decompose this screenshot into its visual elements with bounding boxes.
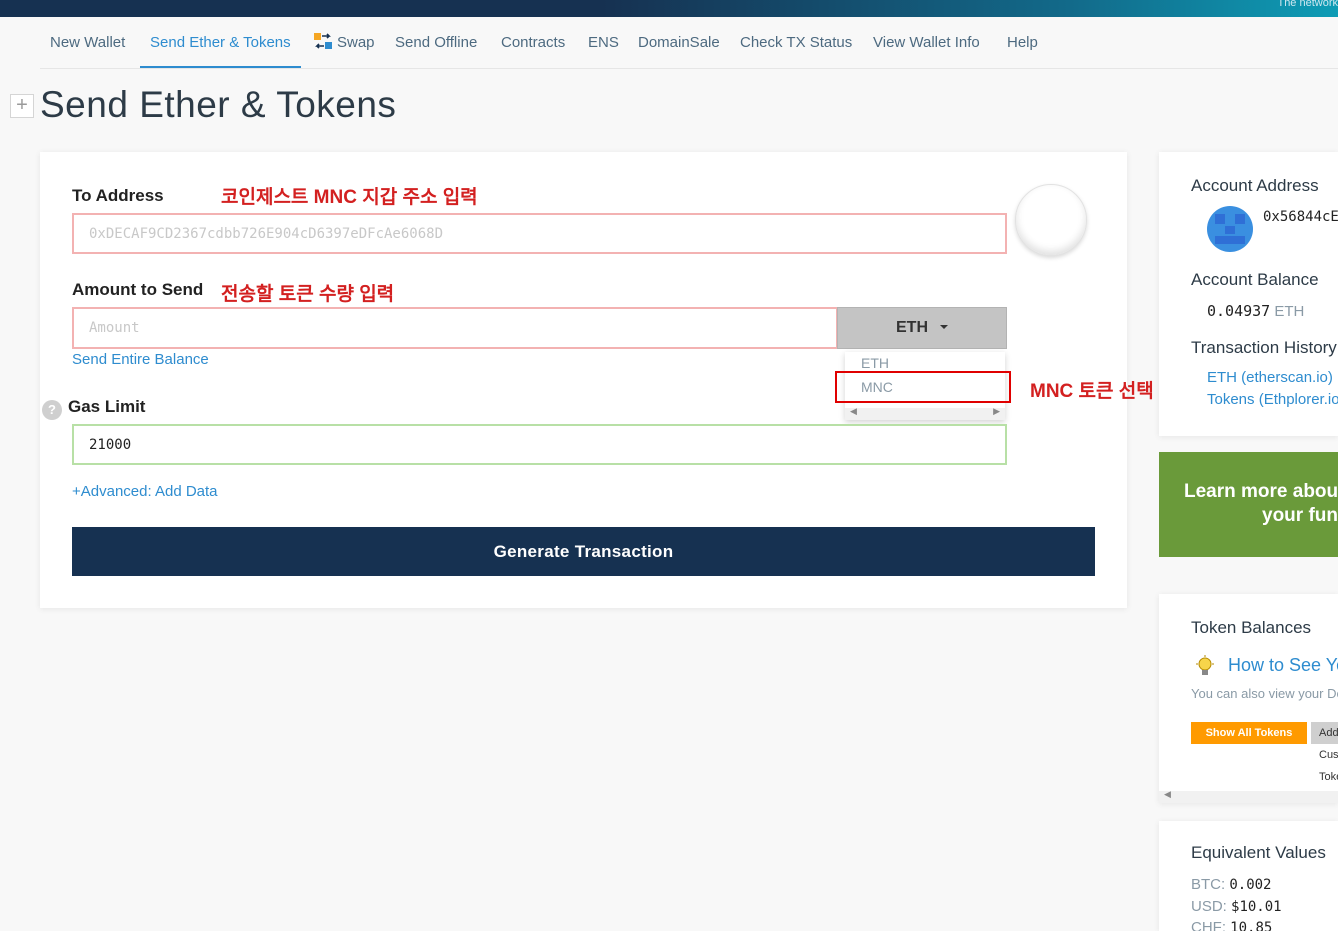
learn-more-line1: Learn more about (1184, 481, 1338, 502)
token-balances-scrollbar[interactable]: ◀ (1159, 789, 1338, 803)
swap-icon (314, 33, 332, 49)
top-network-bar: The network (0, 0, 1338, 17)
equiv-row-usd: USD: $10.01 (1191, 898, 1282, 915)
equivalent-values-title: Equivalent Values (1191, 843, 1326, 862)
token-balances-title: Token Balances (1191, 618, 1312, 637)
token-option-eth[interactable]: ETH (861, 355, 889, 371)
help-question-icon[interactable]: ? (42, 400, 62, 420)
address-identicon (1015, 184, 1087, 256)
account-balance-title: Account Balance (1191, 270, 1319, 289)
gas-limit-label: Gas Limit (68, 397, 146, 416)
network-status-text: The network (1277, 0, 1338, 9)
dropdown-scrollbar[interactable]: ◀ ▶ (845, 406, 1005, 420)
account-balance-row: 0.04937 ETH (1207, 302, 1304, 320)
account-balance-amount: 0.04937 (1207, 302, 1271, 320)
how-to-see-tokens-link[interactable]: How to See Your Tokens (1228, 655, 1338, 676)
lightbulb-icon (1196, 655, 1214, 675)
to-address-annotation: 코인제스트 MNC 지갑 주소 입력 (221, 187, 478, 208)
account-identicon (1207, 206, 1253, 252)
history-etherscan-link[interactable]: ETH (etherscan.io) (1207, 369, 1333, 386)
account-balance-unit: ETH (1274, 303, 1305, 320)
nav-swap-label: Swap (337, 34, 375, 51)
send-entire-balance-link[interactable]: Send Entire Balance (72, 351, 209, 368)
equiv-usd-label: USD: (1191, 898, 1227, 915)
learn-more-banner[interactable]: Learn more about your funds (1159, 452, 1338, 557)
equiv-row-chf: CHF: 10.85 (1191, 919, 1272, 931)
show-all-tokens-button[interactable]: Show All Tokens (1191, 722, 1307, 744)
page-title: Send Ether & Tokens (40, 84, 397, 125)
to-address-input[interactable] (72, 213, 1007, 254)
nav-swap[interactable]: Swap (313, 20, 375, 66)
nav-view-wallet-info[interactable]: View Wallet Info (873, 20, 980, 66)
nav-ens[interactable]: ENS (588, 20, 619, 66)
equiv-btc-label: BTC: (1191, 876, 1226, 893)
transaction-history-title: Transaction History (1191, 338, 1337, 357)
account-address-value: 0x56844cE (1263, 209, 1338, 225)
advanced-add-data-link[interactable]: +Advanced: Add Data (72, 483, 218, 500)
main-nav: New Wallet Send Ether & Tokens Swap Send… (40, 20, 1338, 69)
nav-send-offline[interactable]: Send Offline (395, 20, 477, 66)
account-address-title: Account Address (1191, 176, 1319, 195)
token-balances-card: Token Balances How to See Your Tokens Yo… (1159, 594, 1338, 803)
equiv-btc-value: 0.002 (1229, 877, 1272, 893)
token-balances-note: You can also view your Dexter (1191, 686, 1338, 701)
equiv-chf-value: 10.85 (1230, 920, 1273, 931)
mnc-highlight-box (835, 371, 1011, 403)
gas-limit-input[interactable] (72, 424, 1007, 465)
nav-new-wallet[interactable]: New Wallet (50, 20, 125, 66)
history-ethplorer-link[interactable]: Tokens (Ethplorer.io) (1207, 391, 1338, 408)
equivalent-values-card: Equivalent Values BTC: 0.002 USD: $10.01… (1159, 821, 1338, 931)
scroll-left-arrow-icon[interactable]: ◀ (1164, 789, 1171, 800)
nav-check-tx-status[interactable]: Check TX Status (740, 20, 852, 66)
learn-more-line2: your funds (1262, 505, 1338, 526)
collapse-plus-icon[interactable]: + (10, 94, 34, 118)
to-address-label: To Address (72, 186, 164, 205)
generate-transaction-button[interactable]: Generate Transaction (72, 527, 1095, 576)
caret-down-icon (940, 325, 948, 329)
add-custom-token-button[interactable]: Add Custom Token (1311, 722, 1338, 783)
scroll-left-arrow-icon[interactable]: ◀ (850, 406, 857, 417)
token-select-button[interactable]: ETH (837, 307, 1007, 349)
nav-contracts[interactable]: Contracts (501, 20, 565, 66)
equiv-row-btc: BTC: 0.002 (1191, 876, 1272, 893)
send-form-card: To Address 코인제스트 MNC 지갑 주소 입력 Amount to … (40, 152, 1154, 608)
token-select-annotation: MNC 토큰 선택 (1030, 381, 1154, 402)
nav-help[interactable]: Help (1007, 20, 1038, 66)
nav-send-ether-tokens[interactable]: Send Ether & Tokens (140, 20, 301, 68)
equiv-usd-value: $10.01 (1231, 899, 1282, 915)
equiv-chf-label: CHF: (1191, 919, 1226, 931)
token-selected-label: ETH (896, 319, 928, 336)
amount-input[interactable] (72, 307, 838, 349)
account-info-card: Account Address 0x56844cE Account Balanc… (1159, 152, 1338, 436)
nav-domainsale[interactable]: DomainSale (638, 20, 720, 66)
amount-annotation: 전송할 토큰 수량 입력 (221, 284, 395, 305)
amount-label: Amount to Send (72, 280, 204, 299)
scroll-right-arrow-icon[interactable]: ▶ (993, 406, 1000, 417)
